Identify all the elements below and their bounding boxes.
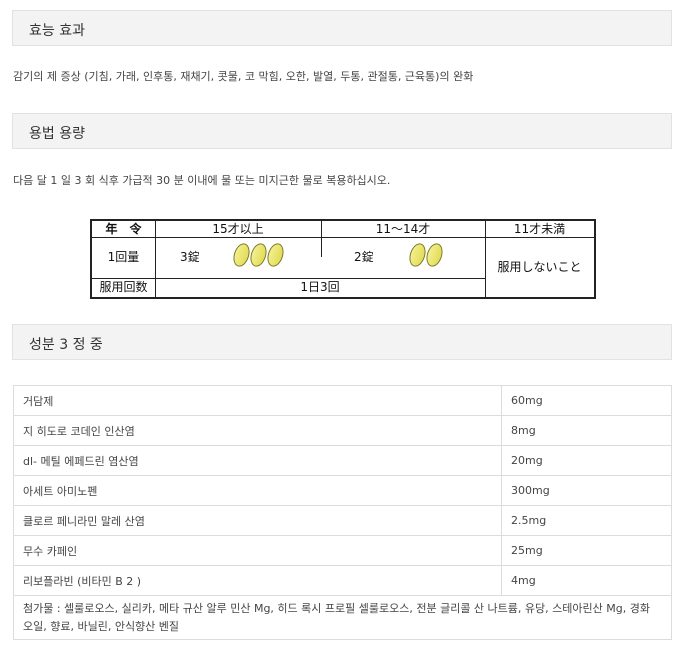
ingredients-heading-bar: 성분 3 정 중 — [12, 324, 672, 360]
pill-icon — [264, 241, 287, 269]
additives-note: 첨가물 : 셀룰로오스, 실리카, 메타 규산 알루 민산 Mg, 히드 록시 … — [13, 595, 672, 640]
table-row: 클로르 페니라민 말레 산염 2.5mg — [13, 505, 672, 536]
ingredient-amount: 60mg — [501, 385, 672, 416]
ingredient-name: 아세트 아미노펜 — [13, 475, 502, 506]
dosage-heading-bar: 용법 용량 — [12, 113, 672, 149]
age-under11-header: 11才未満 — [513, 222, 566, 236]
dose-label: 1回量 — [107, 250, 140, 264]
ingredient-amount: 20mg — [501, 445, 672, 476]
age-15up-header: 15才以上 — [212, 222, 264, 236]
age-11-14-header: 11〜14才 — [375, 222, 431, 236]
ingredient-name: 거담제 — [13, 385, 502, 416]
table-row: 아세트 아미노펜 300mg — [13, 475, 672, 506]
ingredient-amount: 25mg — [501, 535, 672, 566]
table-row: 거담제 60mg — [13, 385, 672, 416]
pill-icons-15up — [230, 241, 287, 269]
table-row: 무수 카페인 25mg — [13, 535, 672, 566]
dosage-heading: 용법 용량 — [29, 126, 85, 142]
dose-15up: 3錠 — [180, 250, 200, 264]
table-row: dl- 메틸 에페드린 염산염 20mg — [13, 445, 672, 476]
efficacy-heading: 효능 효과 — [29, 23, 85, 39]
ingredient-amount: 8mg — [501, 415, 672, 446]
ingredients-heading: 성분 3 정 중 — [29, 337, 103, 353]
pill-icons-11-14 — [406, 241, 446, 269]
ingredient-name: 무수 카페인 — [13, 535, 502, 566]
dosage-table: 年 令 15才以上 11〜14才 11才未満 1回量 3錠 2錠 服用しないこと… — [90, 219, 596, 299]
ingredient-amount: 300mg — [501, 475, 672, 506]
dosage-text: 다음 달 1 일 3 회 식후 가급적 30 분 이내에 물 또는 미지근한 물… — [13, 174, 391, 187]
ingredient-name: 지 히도로 코데인 인산염 — [13, 415, 502, 446]
table-row: 리보플라빈 (비타민 B 2 ) 4mg — [13, 565, 672, 596]
dose-under11: 服用しないこと — [497, 260, 582, 274]
dose-11-14: 2錠 — [354, 250, 374, 264]
pill-icon — [423, 241, 446, 269]
ingredient-name: 클로르 페니라민 말레 산염 — [13, 505, 502, 536]
efficacy-heading-bar: 효능 효과 — [12, 10, 672, 46]
pill-icon — [406, 241, 429, 269]
freq-label: 服用回数 — [99, 280, 148, 294]
table-row: 첨가물 : 셀룰로오스, 실리카, 메타 규산 알루 민산 Mg, 히드 록시 … — [13, 595, 672, 640]
freq-value: 1日3回 — [300, 280, 340, 294]
ingredient-name: 리보플라빈 (비타민 B 2 ) — [13, 565, 502, 596]
ingredient-name: dl- 메틸 에페드린 염산염 — [13, 445, 502, 476]
ingredient-amount: 2.5mg — [501, 505, 672, 536]
ingredient-amount: 4mg — [501, 565, 672, 596]
table-row: 지 히도로 코데인 인산염 8mg — [13, 415, 672, 446]
ingredients-table: 거담제 60mg 지 히도로 코데인 인산염 8mg dl- 메틸 에페드린 염… — [13, 385, 672, 640]
pill-icon — [230, 241, 253, 269]
age-header: 年 令 — [105, 222, 142, 236]
pill-icon — [247, 241, 270, 269]
efficacy-text: 감기의 제 증상 (기침, 가래, 인후통, 재채기, 콧물, 코 막힘, 오한… — [13, 70, 474, 83]
